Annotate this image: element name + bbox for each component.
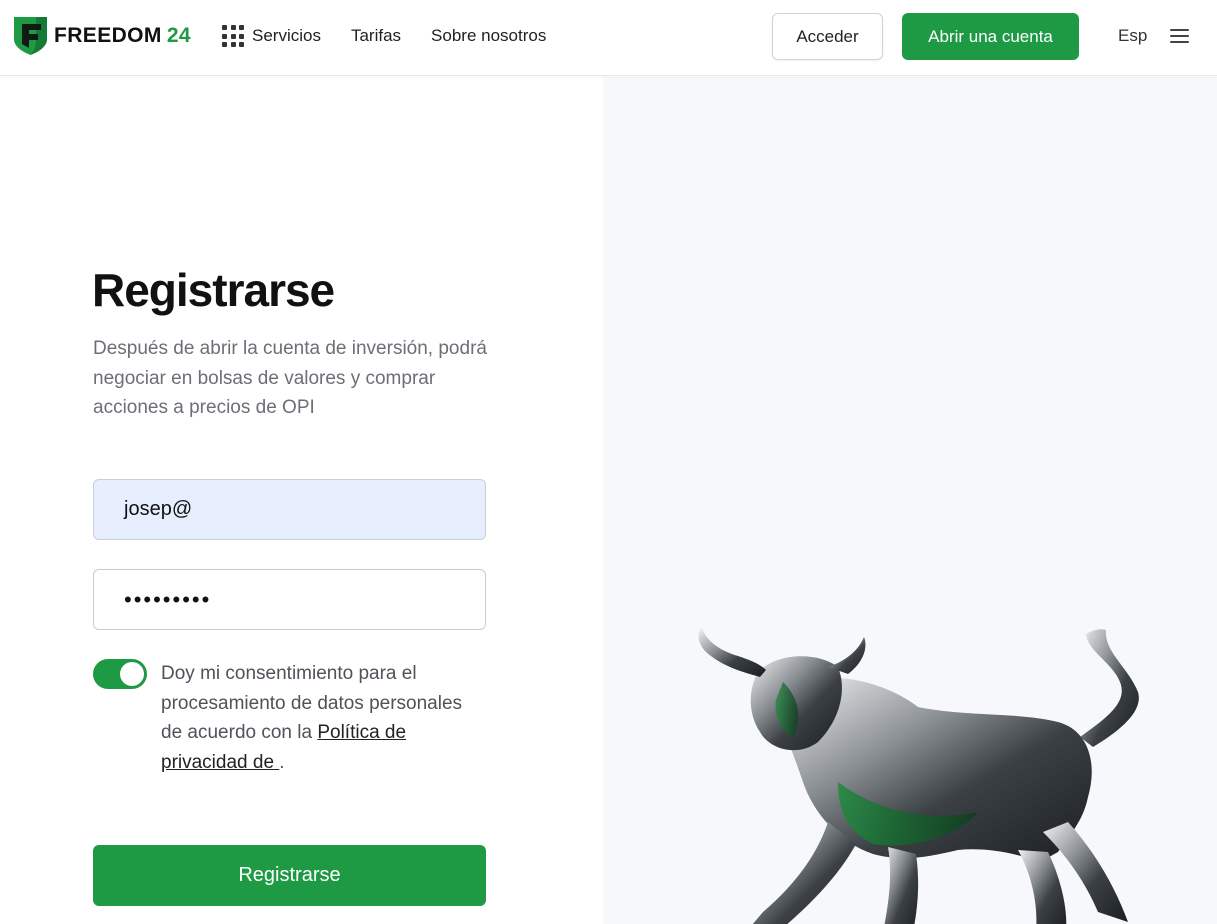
main-nav: Servicios Tarifas Sobre nosotros [222, 0, 546, 72]
consent-toggle[interactable] [93, 659, 147, 689]
logo-text: FREEDOM 24 [54, 24, 191, 47]
register-button[interactable]: Registrarse [93, 845, 486, 906]
nav-label-sobre-nosotros: Sobre nosotros [431, 26, 547, 45]
illustration-panel [603, 77, 1217, 924]
nav-item-tarifas[interactable]: Tarifas [351, 26, 401, 46]
nav-item-servicios[interactable]: Servicios [222, 25, 321, 47]
password-input[interactable]: ••••••••• [93, 569, 486, 630]
open-account-button[interactable]: Abrir una cuenta [902, 13, 1079, 60]
language-selector[interactable]: Esp [1118, 26, 1147, 46]
grid-icon [222, 25, 244, 47]
nav-label-servicios: Servicios [252, 26, 321, 45]
login-button[interactable]: Acceder [772, 13, 883, 60]
consent-text: Doy mi consentimiento para el procesamie… [161, 659, 471, 777]
nav-item-sobre-nosotros[interactable]: Sobre nosotros [431, 26, 546, 46]
shield-logo-icon [14, 17, 47, 55]
consent-label: Doy mi consentimiento para el procesamie… [161, 663, 463, 743]
nav-label-tarifas: Tarifas [350, 26, 402, 45]
page-subtitle: Después de abrir la cuenta de inversión,… [93, 338, 487, 418]
freedom24-logo[interactable]: FREEDOM 24 [14, 17, 191, 55]
email-input[interactable]: josep@ [93, 479, 486, 540]
consent-end: . [279, 751, 285, 773]
hamburger-menu-icon[interactable] [1170, 29, 1189, 43]
toggle-knob [120, 662, 144, 686]
page-title: Registrarse [92, 264, 335, 316]
top-header: FREEDOM 24 Servicios Tarifas Sobre nosotr… [0, 0, 1217, 76]
bull-illustration [698, 628, 1139, 924]
